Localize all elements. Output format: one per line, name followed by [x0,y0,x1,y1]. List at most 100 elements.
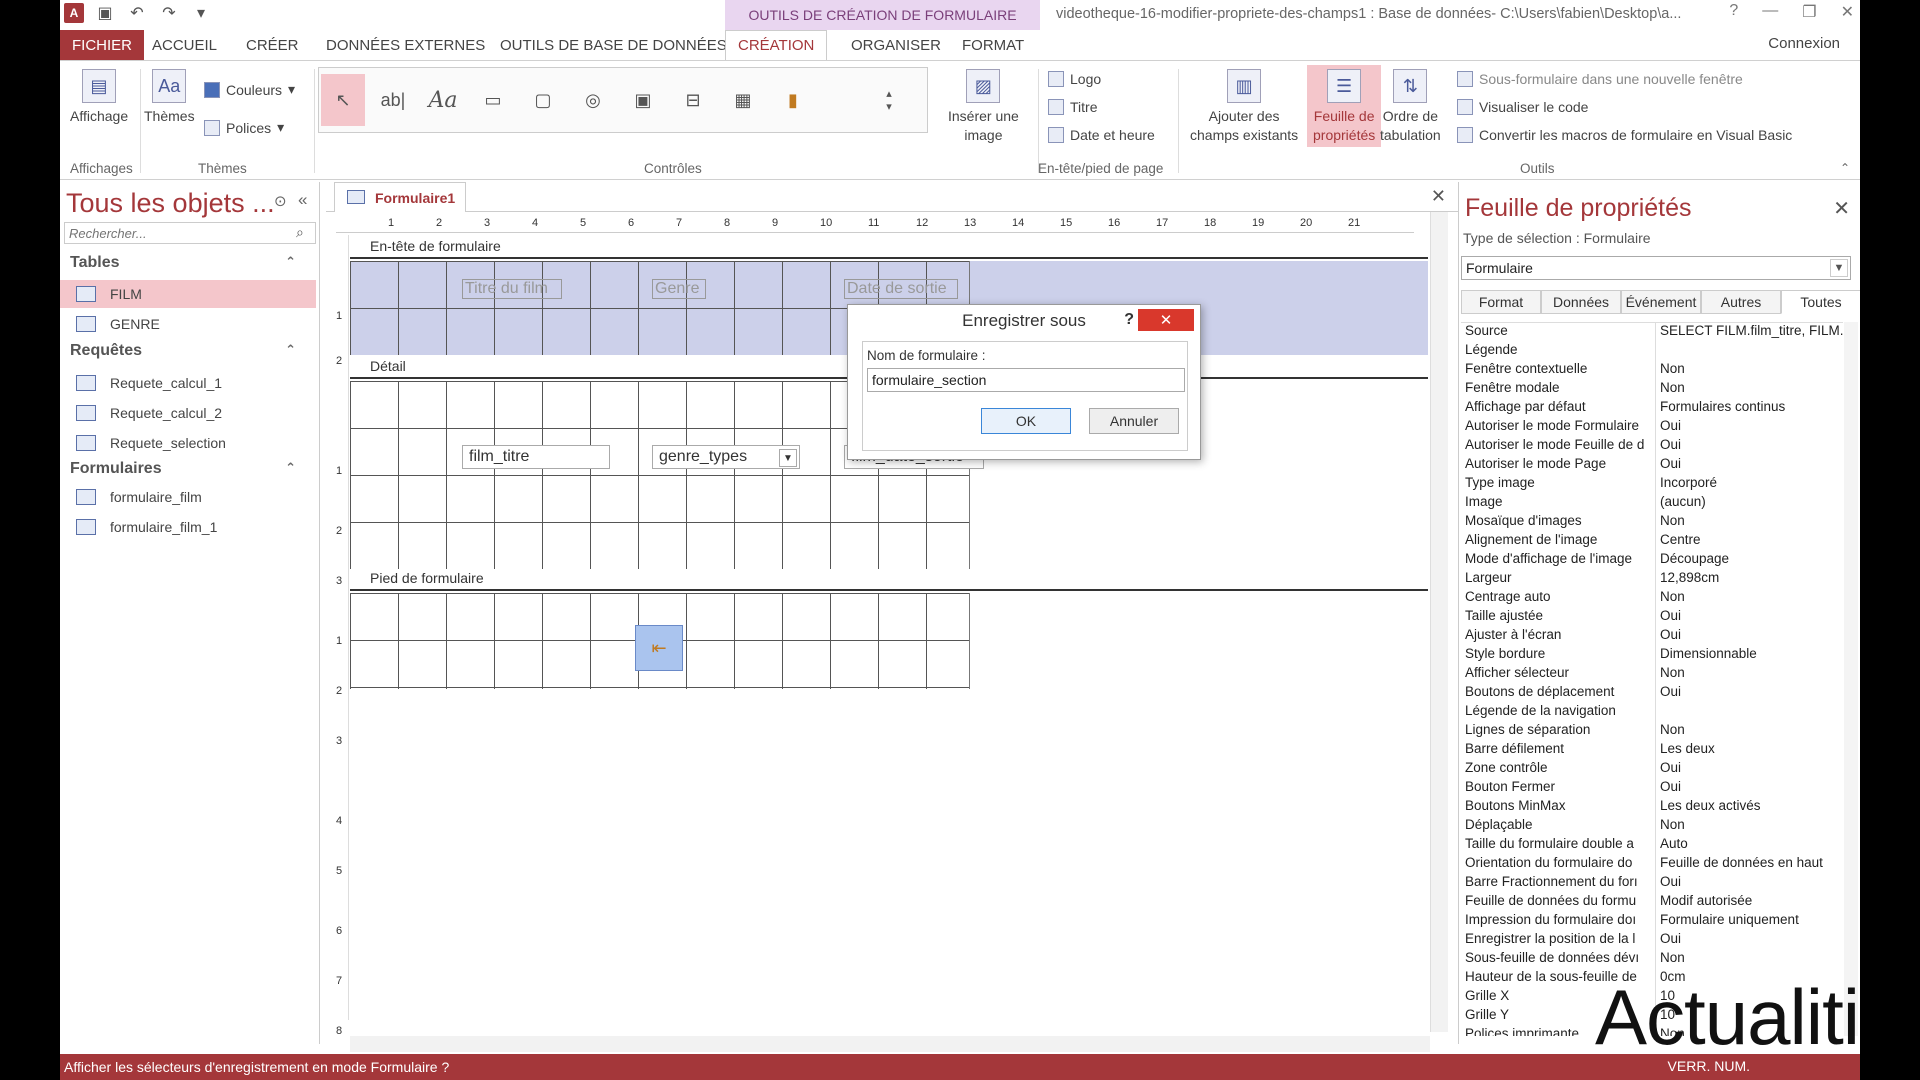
minimize-button[interactable]: — [1762,2,1778,22]
property-row[interactable]: Boutons de déplacement Oui [1461,684,1843,703]
property-value[interactable]: Oui [1656,608,1843,627]
property-value[interactable]: Non [1656,722,1843,741]
close-button[interactable]: ✕ [1841,2,1854,22]
property-row[interactable]: Autoriser le mode Formulaire Oui [1461,418,1843,437]
property-row[interactable]: Ajuster à l'écran Oui [1461,627,1843,646]
prop-tab-evenement[interactable]: Événement [1621,290,1701,314]
section-bar-footer[interactable]: Pied de formulaire [350,567,1428,591]
property-row[interactable]: Taille ajustée Oui [1461,608,1843,627]
redo-icon[interactable]: ↷ [158,2,180,24]
property-row[interactable]: Sous-feuille de données dévı Non [1461,950,1843,969]
property-value[interactable]: Oui [1656,418,1843,437]
collapse-nav-icon[interactable]: « [298,190,307,210]
property-row[interactable]: Barre Fractionnement du forı Oui [1461,874,1843,893]
property-value[interactable]: (aucun) [1656,494,1843,513]
property-row[interactable]: Alignement de l'image Centre [1461,532,1843,551]
nav-item-requete-calcul-1[interactable]: Requete_calcul_1 [60,369,316,397]
property-value[interactable]: Découpage [1656,551,1843,570]
property-row[interactable]: Légende [1461,342,1843,361]
property-row[interactable]: Taille du formulaire double a Auto [1461,836,1843,855]
property-row[interactable]: Autoriser le mode Feuille de d Oui [1461,437,1843,456]
dialog-help-icon[interactable]: ? [1124,311,1134,329]
prop-tab-donnees[interactable]: Données [1541,290,1621,314]
customize-qat-icon[interactable]: ▾ [190,2,212,24]
property-value[interactable]: Non [1656,665,1843,684]
nav-item-formulaire-film[interactable]: formulaire_film [60,483,316,511]
property-value[interactable]: Formulaires continus [1656,399,1843,418]
section-requetes[interactable]: Requêtes ⌃ [70,342,310,360]
section-tables[interactable]: Tables ⌃ [70,254,310,272]
property-sheet-button[interactable]: ☰ Feuille de propriétés [1307,65,1382,147]
tab-order-button[interactable]: ⇅ Ordre de tabulation [1380,69,1441,145]
property-value[interactable]: Oui [1656,456,1843,475]
property-value[interactable]: Oui [1656,627,1843,646]
hyperlink-control-icon[interactable]: ◎ [571,74,615,126]
nav-item-film[interactable]: FILM [60,280,316,308]
convert-macros-button[interactable]: Convertir les macros de formulaire en Vi… [1457,127,1792,143]
property-row[interactable]: Style bordure Dimensionnable [1461,646,1843,665]
property-row[interactable]: Affichage par défaut Formulaires continus [1461,399,1843,418]
property-value[interactable]: Auto [1656,836,1843,855]
label-date-de-sortie[interactable]: Date de sortie [844,279,958,299]
property-value[interactable]: Feuille de données en haut [1656,855,1843,874]
property-value[interactable] [1656,342,1843,361]
property-row[interactable]: Barre défilement Les deux [1461,741,1843,760]
property-value[interactable]: Non [1656,817,1843,836]
tab-creation[interactable]: CRÉATION [725,30,828,60]
property-value[interactable]: Oui [1656,437,1843,456]
title-button[interactable]: Titre [1048,99,1097,115]
property-value[interactable]: Oui [1656,931,1843,950]
chevron-down-icon[interactable]: ▼ [1830,259,1848,277]
restore-button[interactable]: ❐ [1802,2,1816,22]
tab-control-icon[interactable]: ▢ [521,74,565,126]
property-value[interactable]: Oui [1656,684,1843,703]
section-formulaires[interactable]: Formulaires ⌃ [70,460,310,478]
section-bar-header[interactable]: En-tête de formulaire [350,235,1428,259]
property-value[interactable]: Non [1656,950,1843,969]
button-control-icon[interactable]: ▭ [471,74,515,126]
nav-pane-title[interactable]: Tous les objets ... [66,188,275,219]
property-row[interactable]: Enregistrer la position de la l Oui [1461,931,1843,950]
property-row[interactable]: Déplaçable Non [1461,817,1843,836]
property-row[interactable]: Feuille de données du formu Modif autoris… [1461,893,1843,912]
horizontal-scrollbar[interactable] [350,1036,1430,1052]
property-row[interactable]: Zone contrôle Oui [1461,760,1843,779]
property-value[interactable]: Centre [1656,532,1843,551]
tab-home[interactable]: ACCUEIL [140,30,229,60]
tab-file[interactable]: FICHIER [60,30,144,60]
property-row[interactable]: Centrage auto Non [1461,589,1843,608]
property-value[interactable]: Non [1656,589,1843,608]
save-icon[interactable]: ▣ [94,2,116,24]
property-value[interactable]: Modif autorisée [1656,893,1843,912]
date-time-button[interactable]: Date et heure [1048,127,1155,143]
chart-control-icon[interactable]: ▮ [771,74,815,126]
prop-tab-format[interactable]: Format [1461,290,1541,314]
close-document-icon[interactable]: ✕ [1431,186,1446,207]
gallery-scroll-icon[interactable]: ▴ ▾ [879,74,899,126]
nav-item-requete-calcul-2[interactable]: Requete_calcul_2 [60,399,316,427]
property-row[interactable]: Lignes de séparation Non [1461,722,1843,741]
property-value[interactable]: Les deux activés [1656,798,1843,817]
cancel-button[interactable]: Annuler [1089,408,1179,434]
form-name-input[interactable] [867,368,1185,392]
label-genre[interactable]: Genre [652,279,706,299]
property-value[interactable]: Non [1656,361,1843,380]
property-row[interactable]: Autoriser le mode Page Oui [1461,456,1843,475]
nav-item-requete-selection[interactable]: Requete_selection [60,429,316,457]
document-tab-formulaire1[interactable]: Formulaire1 [334,182,467,212]
property-row[interactable]: Boutons MinMax Les deux activés [1461,798,1843,817]
property-value[interactable] [1656,703,1843,722]
tab-external-data[interactable]: DONNÉES EXTERNES [314,30,497,60]
tab-organize[interactable]: ORGANISER [839,30,953,60]
page-break-icon[interactable]: ⊟ [671,74,715,126]
couleurs-button[interactable]: Couleurs ▾ [204,81,295,98]
property-value[interactable]: 12,898cm [1656,570,1843,589]
vertical-scrollbar[interactable] [1430,212,1448,1032]
property-row[interactable]: Orientation du formulaire do Feuille de d… [1461,855,1843,874]
property-row[interactable]: Fenêtre contextuelle Non [1461,361,1843,380]
property-row[interactable]: SourceSELECT FILM.film_titre, FILM.genre… [1461,323,1843,342]
subform-control-icon[interactable]: ▦ [721,74,765,126]
nav-dropdown-icon[interactable]: ⊙ [274,192,287,210]
logo-button[interactable]: Logo [1048,71,1101,87]
property-row[interactable]: Impression du formulaire doı Formulaire u… [1461,912,1843,931]
